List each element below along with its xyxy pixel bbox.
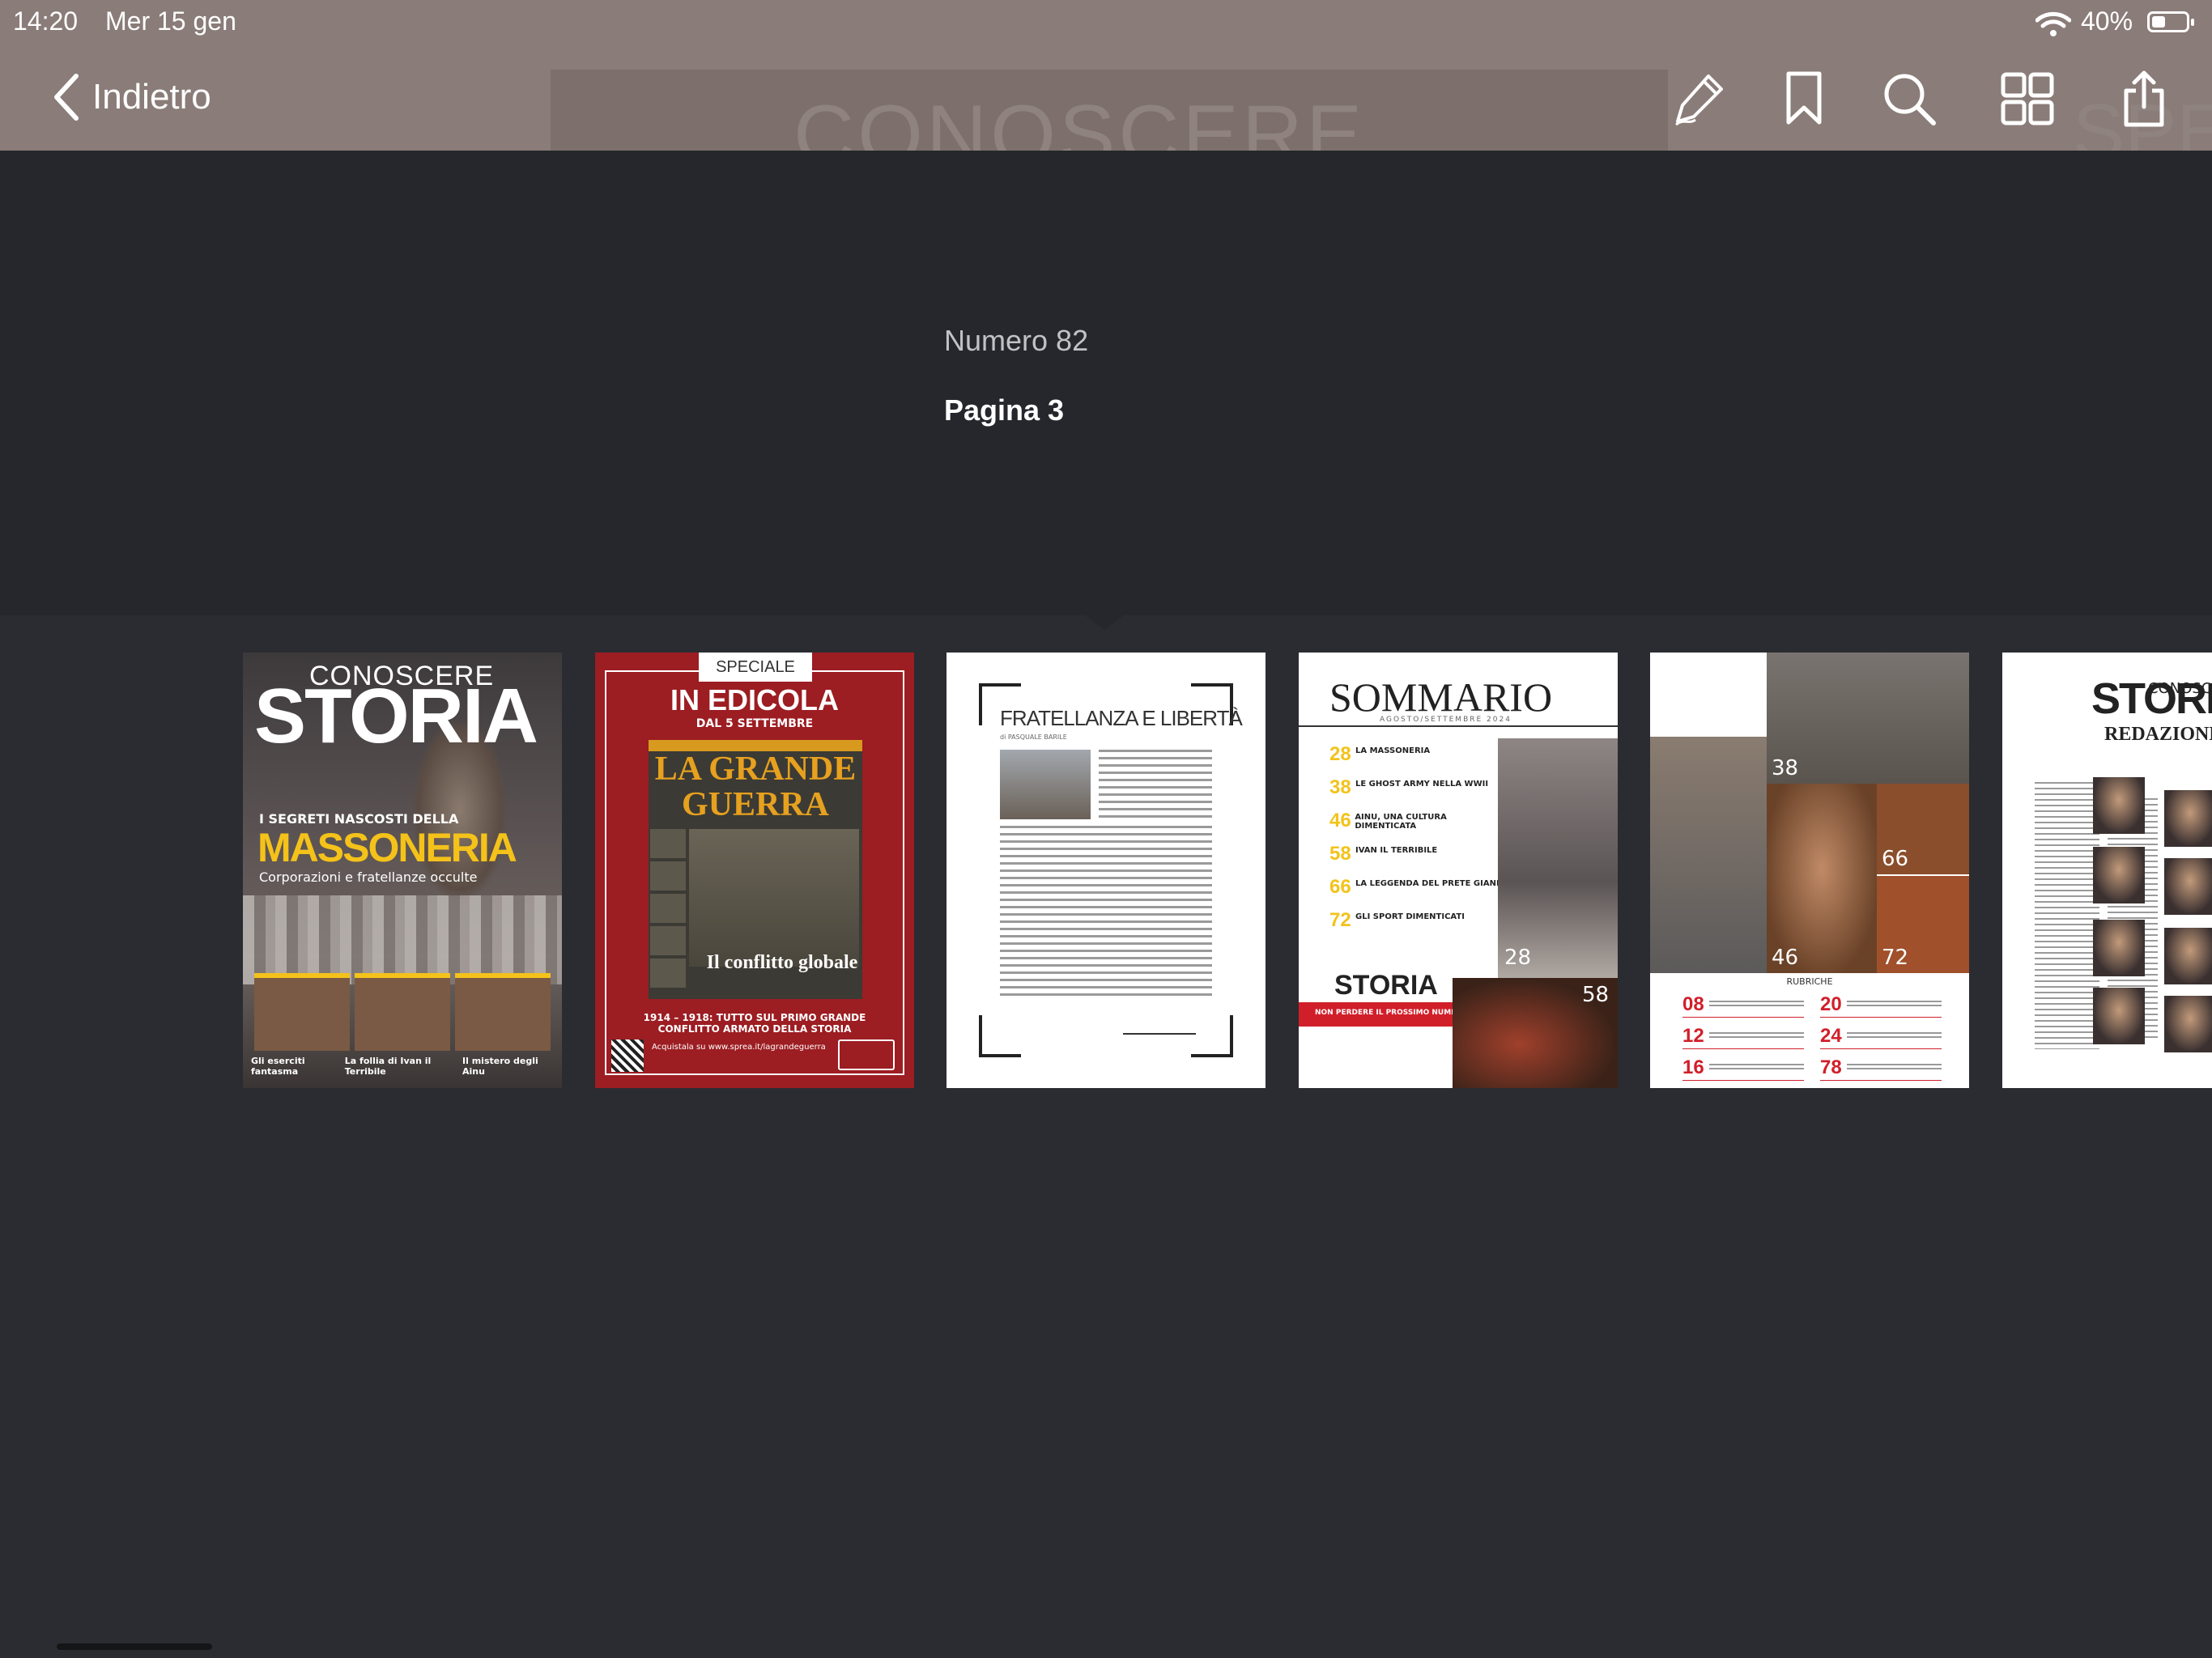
bookmark-icon: [1786, 71, 1822, 125]
cover-crowd: [243, 895, 562, 984]
contents-item: 38 LE GHOST ARMY NELLA WWII: [1329, 776, 1489, 798]
staff-photo: [2164, 790, 2212, 847]
cover-captions: Gli eserciti fantasma La follia di Ivan …: [251, 1056, 554, 1077]
home-indicator: [57, 1643, 212, 1650]
search-button[interactable]: [1878, 68, 1940, 130]
spread-photo-face: [1767, 784, 1877, 973]
page-info: Numero 82 Pagina 3: [944, 324, 1088, 427]
spread-rubriche-list: 08 20 12 24 16 78: [1682, 993, 1942, 1081]
contents-logo: STORIA: [1334, 970, 1438, 1001]
ad-buy-text: Acquistala su www.sprea.it/lagrandeguerr…: [652, 1043, 826, 1052]
staff-photo: [2093, 920, 2145, 976]
wifi-icon: [2035, 11, 2071, 36]
ad-headline: IN EDICOLA: [670, 683, 839, 716]
contents-item: 28 LA MASSONERIA: [1329, 743, 1431, 765]
ad-tag: SPECIALE: [699, 653, 812, 682]
thumbnails-button[interactable]: [1997, 68, 2058, 130]
contents-artwork: [1498, 738, 1618, 978]
ad-magazine-deck: Il conflitto globale: [706, 952, 858, 973]
battery-icon: [2147, 11, 2194, 32]
status-time: 14:20: [13, 6, 79, 36]
staff-photo: [2164, 858, 2212, 915]
share-icon: [2124, 70, 2164, 127]
editorial-text: [1000, 826, 1212, 996]
editorial-title: FRATELLANZA E LIBERTÀ: [1000, 706, 1243, 730]
qr-code: [611, 1039, 644, 1072]
back-button[interactable]: Indietro: [52, 71, 211, 123]
spread-number: 38: [1772, 756, 1799, 780]
bookmark-button[interactable]: [1773, 68, 1835, 130]
current-page-pointer: [1085, 615, 1124, 630]
share-button[interactable]: [2113, 68, 2175, 130]
contents-photo-number: 28: [1504, 946, 1532, 970]
cover-insets: [254, 973, 551, 1051]
staff-logo-top: CONOSCERE: [2148, 680, 2212, 697]
chevron-left-icon: [54, 74, 79, 121]
contents-list: 28 LA MASSONERIA 38 LE GHOST ARMY NELLA WW…: [1329, 743, 1508, 942]
ad-magazine-cover: LA GRANDE GUERRA Il conflitto globale: [649, 740, 862, 999]
editorial-byline: di PASQUALE BARILE: [1000, 733, 1067, 741]
back-label: Indietro: [92, 77, 211, 117]
staff-photo: [2093, 988, 2145, 1044]
spread-number: 72: [1882, 946, 1909, 970]
issue-number: Numero 82: [944, 324, 1089, 357]
top-bar: CONOSCERE SPEC 14:20 Mer 15 gen 40% Indi…: [0, 0, 2212, 151]
contents-title: SOMMARIO: [1329, 674, 1553, 720]
page-info-area: [0, 151, 2212, 615]
page-thumbnail-ad[interactable]: SPECIALE IN EDICOLA DAL 5 SETTEMBRE LA G…: [595, 653, 914, 1088]
ad-subheadline: DAL 5 SETTEMBRE: [696, 717, 814, 730]
thumbnails-icon: [2001, 72, 2054, 125]
spread-rubriche-title: RUBRICHE: [1786, 976, 1833, 987]
staff-photo: [2164, 928, 2212, 984]
staff-text: [2035, 782, 2099, 1049]
cover-brand: STORIA: [254, 673, 538, 759]
cover-deck: Corporazioni e fratellanze occulte: [259, 869, 478, 885]
cover-caption: Il mistero degli Ainu: [462, 1056, 538, 1077]
contents-item: 72 GLI SPORT DIMENTICATI: [1329, 909, 1465, 931]
editorial-signature: [1123, 1009, 1196, 1035]
editorial-photo: [1000, 750, 1091, 819]
spread-number: 46: [1772, 946, 1799, 970]
contents-item: 58 IVAN IL TERRIBILE: [1329, 843, 1438, 865]
page-number: Pagina 3: [944, 393, 1065, 427]
cover-caption: Gli eserciti fantasma: [251, 1056, 305, 1077]
page-thumbnail-editorial[interactable]: FRATELLANZA E LIBERTÀ di PASQUALE BARILE: [946, 653, 1266, 1088]
contents-photo-number: 58: [1582, 983, 1610, 1007]
page-thumbnail-spread[interactable]: 38 66 46 72 RUBRICHE 08 20 12 24 16 78: [1650, 653, 1969, 1088]
cover-caption: La follia di Ivan il Terribile: [344, 1056, 432, 1077]
page-thumbnail-staff[interactable]: STORIA CONOSCERE REDAZIONE: [2002, 653, 2212, 1088]
ad-magazine-title: LA GRANDE GUERRA: [654, 750, 857, 823]
editorial-text: [1099, 750, 1212, 823]
cover-headline: MASSONERIA: [257, 825, 517, 870]
staff-heading: REDAZIONE: [2104, 724, 2212, 745]
ad-footer: 1914 – 1918: TUTTO SUL PRIMO GRANDE CONF…: [643, 1012, 866, 1035]
markup-icon: [1675, 74, 1723, 126]
staff-photo: [2164, 996, 2212, 1052]
staff-photo: [2093, 777, 2145, 834]
contents-item: 46 AINU, UNA CULTURA DIMENTICATA: [1329, 810, 1447, 831]
background-page-title: CONOSCERE: [793, 88, 1366, 151]
devices-icon: [838, 1039, 895, 1070]
spread-number: 66: [1882, 847, 1909, 871]
page-thumbnail-cover[interactable]: CONOSCERE STORIA I SEGRETI NASCOSTI DELL…: [243, 653, 562, 1088]
battery-percent: 40%: [2081, 6, 2133, 36]
page-thumbnail-contents[interactable]: SOMMARIO AGOSTO/SETTEMBRE 2024 28 LA MASS…: [1299, 653, 1618, 1088]
markup-button[interactable]: [1668, 68, 1729, 130]
search-icon: [1884, 74, 1936, 125]
status-date: Mer 15 gen: [105, 6, 236, 36]
staff-photo: [2093, 847, 2145, 903]
contents-subtitle: AGOSTO/SETTEMBRE 2024: [1380, 716, 1512, 724]
contents-item: 66 LA LEGGENDA DEL PRETE GIANNI: [1329, 876, 1507, 898]
spread-photo-left: [1650, 737, 1767, 973]
